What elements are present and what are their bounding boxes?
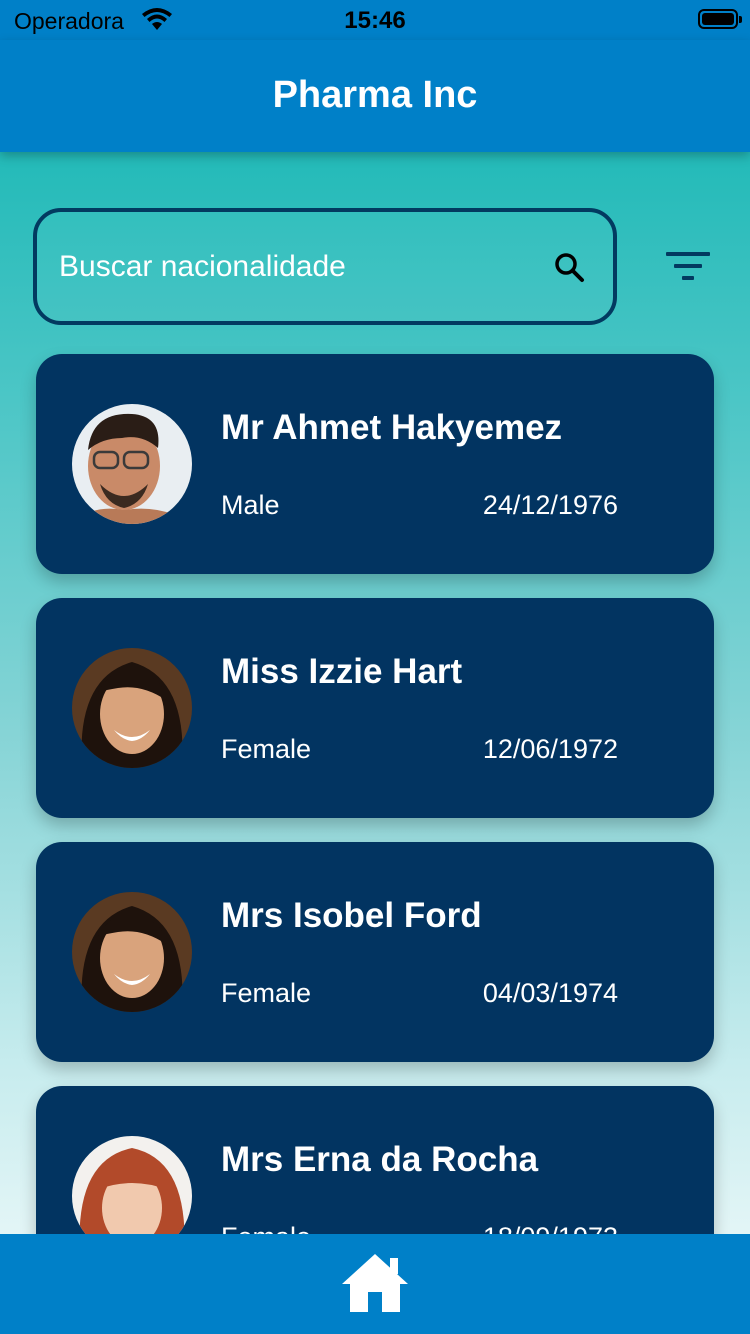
status-bar: Operadora 15:46 xyxy=(0,0,750,40)
patient-birthdate: 24/12/1976 xyxy=(482,490,618,520)
avatar xyxy=(72,648,192,768)
bottom-nav xyxy=(0,1234,750,1334)
patient-card[interactable]: Mr Ahmet Hakyemez Male 24/12/1976 xyxy=(36,354,714,574)
patient-name: Mrs Isobel Ford xyxy=(221,896,482,935)
filter-icon[interactable] xyxy=(664,248,712,284)
patient-list: Mr Ahmet Hakyemez Male 24/12/1976 Miss I… xyxy=(36,354,714,1330)
patient-gender: Female xyxy=(221,978,312,1008)
search-icon[interactable] xyxy=(552,250,588,286)
patient-gender: Female xyxy=(221,734,312,764)
search-input[interactable] xyxy=(57,242,531,292)
patient-card[interactable]: Mrs Isobel Ford Female 04/03/1974 xyxy=(36,842,714,1062)
patient-name: Mrs Erna da Rocha xyxy=(221,1140,539,1179)
patient-name: Mr Ahmet Hakyemez xyxy=(221,408,563,447)
status-time: 15:46 xyxy=(344,7,406,34)
avatar xyxy=(72,892,192,1012)
battery-icon xyxy=(698,9,742,29)
patient-birthdate: 12/06/1972 xyxy=(482,734,618,764)
search-bar[interactable] xyxy=(33,208,617,325)
home-icon[interactable] xyxy=(340,1252,410,1314)
page-title: Pharma Inc xyxy=(272,74,478,116)
patient-card[interactable]: Miss Izzie Hart Female 12/06/1972 xyxy=(36,598,714,818)
patient-birthdate: 04/03/1974 xyxy=(482,978,618,1008)
avatar xyxy=(72,404,192,524)
patient-name: Miss Izzie Hart xyxy=(221,652,463,691)
app-bar: Pharma Inc xyxy=(0,40,750,152)
patient-gender: Male xyxy=(221,490,280,520)
